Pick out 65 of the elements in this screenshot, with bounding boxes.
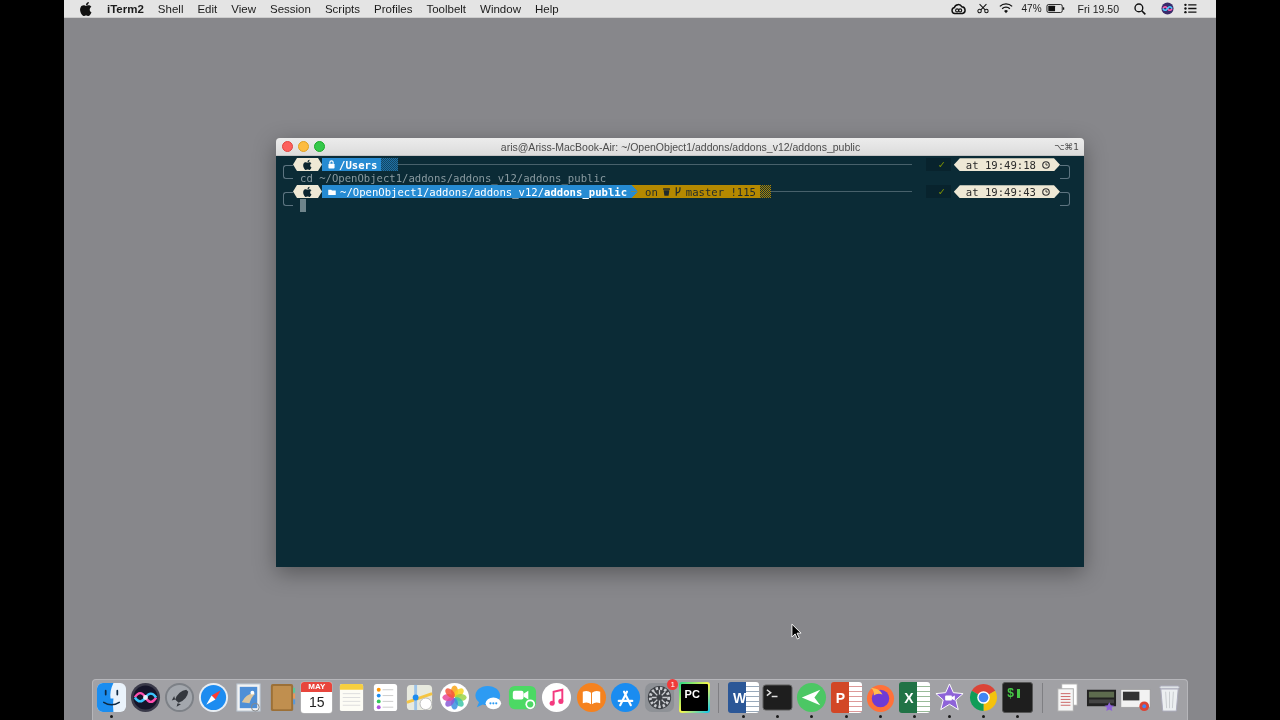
- zoom-icon[interactable]: [314, 141, 325, 152]
- menu-bar-clock[interactable]: Fri 19.50: [1077, 2, 1119, 15]
- directory-path: ~/OpenObject1/addons/addons_v12/addons_public: [340, 185, 628, 198]
- letter-logo[interactable]: $: [1002, 682, 1034, 713]
- menu-item[interactable]: View: [231, 2, 256, 15]
- menu-item[interactable]: Toolbelt: [426, 2, 467, 15]
- vcs-prefix: on: [645, 185, 658, 198]
- flower-icon[interactable]: [438, 682, 470, 713]
- command-text: cd ~/OpenObject1/addons/addons_v12/addons_public: [300, 172, 607, 185]
- letter-logo[interactable]: PC: [678, 682, 710, 713]
- bracket-icon: [283, 164, 293, 179]
- calendar-month: MAY: [301, 682, 333, 692]
- two-tone-face-icon[interactable]: [95, 682, 127, 713]
- exit-status: ✓: [926, 185, 951, 199]
- rocket-icon[interactable]: [164, 682, 196, 713]
- window-shortcut: ⌥⌘1: [1053, 141, 1079, 152]
- menu-item[interactable]: Help: [534, 2, 559, 15]
- prompt-time: at 19:49:18: [965, 158, 1036, 171]
- branch-name: master !115: [685, 185, 756, 198]
- prompt-time: at 19:49:43: [965, 185, 1036, 198]
- bracket-icon: [1060, 191, 1070, 206]
- calendar-tile[interactable]: MAY 15: [301, 682, 333, 713]
- terminal-icon[interactable]: [762, 682, 794, 713]
- bracket-icon: [1060, 164, 1070, 179]
- bracket-icon: [283, 191, 293, 206]
- music-note-icon[interactable]: [541, 682, 573, 713]
- letter-logo[interactable]: W: [727, 682, 759, 713]
- list-icon[interactable]: [1184, 3, 1197, 14]
- menu-item[interactable]: Edit: [197, 2, 218, 15]
- branch-icon: [674, 187, 681, 197]
- search-icon[interactable]: [1134, 2, 1146, 15]
- crossed-sticks-icon[interactable]: [610, 682, 641, 713]
- calendar-day: 15: [301, 692, 333, 712]
- pointer-icon: [791, 623, 802, 640]
- letter-logo[interactable]: P: [830, 682, 862, 713]
- clock-icon: [1042, 160, 1050, 169]
- orb-icon[interactable]: [129, 682, 161, 713]
- star-icon[interactable]: [933, 682, 965, 713]
- orb-icon[interactable]: [1161, 2, 1174, 15]
- menu-item[interactable]: Shell: [157, 2, 184, 15]
- directory-path: /Users: [339, 158, 378, 171]
- apple-icon[interactable]: [80, 1, 92, 16]
- notification-badge: 1: [667, 679, 679, 690]
- cloud-icon[interactable]: [950, 2, 966, 15]
- bucket-icon: [662, 187, 670, 196]
- exit-status: ✓: [926, 158, 951, 172]
- clock-icon: [1042, 187, 1050, 196]
- battery-icon[interactable]: [1045, 4, 1065, 13]
- letter-logo[interactable]: X: [899, 682, 931, 713]
- gear-icon[interactable]: [644, 682, 676, 713]
- compass-icon[interactable]: [198, 682, 230, 713]
- menu-item[interactable]: Profiles: [374, 2, 413, 15]
- app-menu[interactable]: iTerm2: [107, 2, 144, 15]
- scissors-icon[interactable]: [976, 3, 989, 14]
- menu-item[interactable]: Session: [270, 2, 311, 15]
- open-book-icon[interactable]: [575, 682, 607, 713]
- menu-item[interactable]: Window: [480, 2, 521, 15]
- window-title: aris@Ariss-MacBook-Air: ~/OpenObject1/addons/addons_v12/addons_public: [500, 140, 861, 153]
- battery-percentage: 47%: [1021, 3, 1042, 14]
- apple-icon: [293, 185, 322, 199]
- close-icon[interactable]: [282, 141, 293, 152]
- segmented-ring-icon[interactable]: [967, 682, 999, 713]
- menu-item[interactable]: Scripts: [324, 2, 361, 15]
- fox-globe-icon[interactable]: [865, 682, 897, 713]
- wifi-icon[interactable]: [998, 3, 1013, 14]
